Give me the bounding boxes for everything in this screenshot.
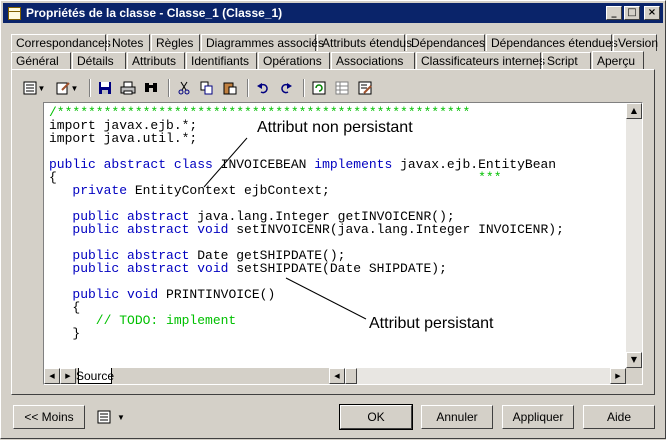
hscroll-thumb[interactable] — [345, 368, 357, 384]
copy-button[interactable] — [197, 78, 217, 98]
tab-row-1: Correspondances Notes Règles Diagrammes … — [11, 34, 658, 51]
tab-associations[interactable]: Associations — [331, 52, 415, 69]
tab-correspondances[interactable]: Correspondances — [11, 34, 111, 51]
redo-icon — [281, 83, 292, 94]
toolbar-separator — [168, 79, 170, 97]
find-button[interactable] — [141, 78, 161, 98]
hscroll-track[interactable] — [357, 368, 610, 384]
tab-details[interactable]: Détails — [72, 52, 126, 69]
tab-notes[interactable]: Notes — [107, 34, 150, 51]
edit-menu-button[interactable]: ▼ — [52, 78, 82, 98]
tab-dependances-etendues[interactable]: Dépendances étendues — [486, 34, 618, 51]
tab-scroll-right-button[interactable]: ▶ — [60, 368, 76, 384]
edit-window-button[interactable] — [355, 78, 375, 98]
less-button[interactable]: << Moins — [13, 405, 85, 429]
code-keyword: public abstract void — [49, 261, 237, 276]
copy-icon — [200, 81, 213, 95]
edit-menu-icon — [56, 82, 70, 95]
code-preview-editor[interactable]: /***************************************… — [43, 102, 643, 385]
code-text[interactable]: /***************************************… — [49, 106, 624, 369]
chevron-down-icon: ▼ — [117, 412, 125, 422]
redo-button[interactable] — [276, 78, 296, 98]
ok-button[interactable]: OK — [339, 404, 413, 430]
tab-general[interactable]: Général — [11, 52, 71, 69]
toolbar-separator — [303, 79, 305, 97]
edit-window-icon — [358, 81, 372, 95]
toolbar-separator — [89, 79, 91, 97]
paste-button[interactable] — [220, 78, 240, 98]
properties-list-icon — [97, 410, 111, 424]
tab-identifiants[interactable]: Identifiants — [186, 52, 257, 69]
refresh-button[interactable] — [309, 78, 329, 98]
properties-menu-button[interactable]: ▼ — [19, 78, 49, 98]
properties-list-button[interactable]: ▼ — [91, 405, 131, 429]
code-keyword: private — [49, 183, 135, 198]
tab-regles[interactable]: Règles — [151, 34, 200, 51]
hscroll-right-button[interactable]: ▶ — [610, 368, 626, 384]
paste-icon — [223, 82, 237, 95]
print-button[interactable] — [118, 78, 138, 98]
code-keyword: public abstract void — [49, 222, 237, 237]
title-bar: Propriétés de la classe - Classe_1 (Clas… — [3, 3, 663, 23]
code-class-name: INVOICEBEAN — [220, 157, 315, 172]
apply-button[interactable]: Appliquer — [502, 405, 574, 429]
cut-button[interactable] — [174, 78, 194, 98]
minimize-button[interactable]: _ — [606, 6, 622, 20]
editor-tab-source[interactable]: Source — [76, 368, 114, 384]
code-line: import java.util.*; — [49, 131, 198, 146]
tab-classificateurs-internes[interactable]: Classificateurs internes — [416, 52, 545, 69]
save-icon — [99, 82, 111, 94]
hscroll-left-button[interactable]: ◀ — [329, 368, 345, 384]
table-button[interactable] — [332, 78, 352, 98]
class-icon — [7, 6, 21, 20]
properties-menu-icon — [23, 81, 37, 95]
tab-operations[interactable]: Opérations — [258, 52, 330, 69]
code-line: EntityContext ejbContext; — [134, 183, 330, 198]
code-keyword: public abstract class — [49, 157, 221, 172]
undo-button[interactable] — [253, 78, 273, 98]
cut-icon — [178, 81, 190, 95]
tab-apercu[interactable]: Aperçu — [592, 51, 644, 70]
annotation-persistent: Attribut persistant — [369, 315, 494, 332]
cancel-button[interactable]: Annuler — [421, 405, 493, 429]
tab-diagrammes-associes[interactable]: Diagrammes associés — [201, 34, 324, 51]
help-button[interactable]: Aide — [583, 405, 655, 429]
scroll-down-button[interactable]: ▼ — [626, 352, 642, 368]
preview-toolbar: ▼ ▼ — [19, 76, 378, 100]
refresh-icon — [312, 81, 326, 95]
code-line: javax.ejb.EntityBean — [392, 157, 557, 172]
tab-attributs[interactable]: Attributs — [127, 52, 185, 69]
tab-dependances[interactable]: Dépendances — [406, 34, 485, 51]
tab-scroll-left-button[interactable]: ◀ — [44, 368, 60, 384]
close-button[interactable]: × — [644, 6, 660, 20]
window-title: Propriétés de la classe - Classe_1 (Clas… — [26, 6, 283, 20]
maximize-button[interactable]: □ — [624, 6, 640, 20]
code-comment: *** — [478, 170, 502, 185]
code-keyword: implements — [314, 157, 393, 172]
save-button[interactable] — [95, 78, 115, 98]
tab-row-2: Général Détails Attributs Identifiants O… — [11, 51, 645, 70]
print-icon — [120, 81, 136, 95]
table-icon — [335, 81, 349, 95]
tab-script[interactable]: Script — [542, 52, 591, 69]
toolbar-separator — [247, 79, 249, 97]
undo-icon — [257, 83, 268, 94]
editor-bottom-bar: ◀ ▶ Source ◀ ▶ — [44, 368, 642, 384]
code-line: setSHIPDATE(Date SHIPDATE); — [236, 261, 447, 276]
code-line: } — [49, 326, 81, 341]
code-line: setINVOICENR(java.lang.Integer INVOICENR… — [236, 222, 564, 237]
vertical-scrollbar[interactable]: ▲ ▼ — [626, 103, 642, 368]
annotation-non-persistent: Attribut non persistant — [257, 119, 413, 136]
scroll-up-button[interactable]: ▲ — [626, 103, 642, 119]
code-line: PRINTINVOICE() — [166, 287, 276, 302]
tab-attributs-etendus[interactable]: Attributs étendus — [317, 34, 412, 51]
tab-version[interactable]: Version — [613, 34, 658, 51]
properties-dialog: Propriétés de la classe - Classe_1 (Clas… — [0, 0, 666, 439]
find-icon — [145, 83, 157, 92]
